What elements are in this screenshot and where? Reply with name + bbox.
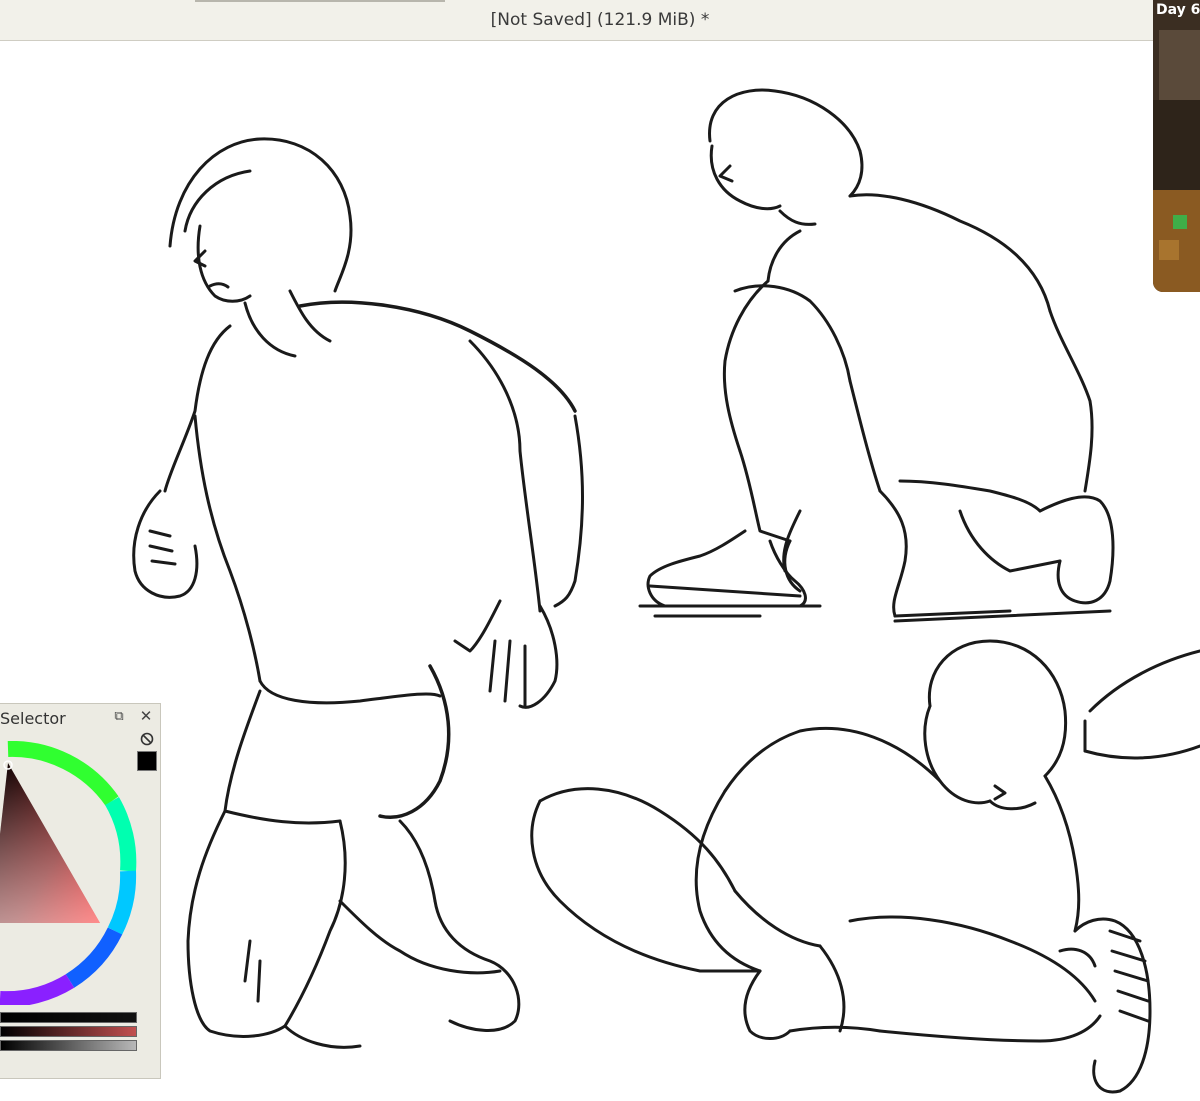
sketch-artwork [132,88,1200,1094]
color-wheel[interactable] [0,741,137,1005]
no-color-icon[interactable] [140,732,154,746]
gray-slider[interactable] [0,1040,137,1051]
value-slider[interactable] [0,1012,137,1023]
tab-indicator [195,0,445,2]
scene-block [1173,215,1187,229]
float-window-icon[interactable]: ⧉ [111,709,127,725]
stretching-figure [530,639,1200,1094]
scene-block [1159,240,1179,260]
window-title: [Not Saved] (121.9 MiB) * [490,10,710,30]
panel-title: Selector [0,709,66,728]
color-sliders[interactable] [0,1012,137,1054]
stream-overlay: Day 61 [1153,0,1200,292]
overlay-day-label: Day 61 [1156,2,1200,18]
close-icon[interactable]: ✕ [138,708,154,724]
red-slider[interactable] [0,1026,137,1037]
scene-block [1159,30,1200,100]
window-titlebar[interactable]: [Not Saved] (121.9 MiB) * [0,0,1200,41]
scene-block [1153,100,1200,190]
current-color-swatch[interactable] [137,751,157,771]
running-figure [132,137,584,1049]
color-selector-panel[interactable]: Selector ⧉ ✕ [0,703,161,1079]
kneeling-figure [638,88,1115,623]
drawing-canvas[interactable] [0,41,1200,1101]
